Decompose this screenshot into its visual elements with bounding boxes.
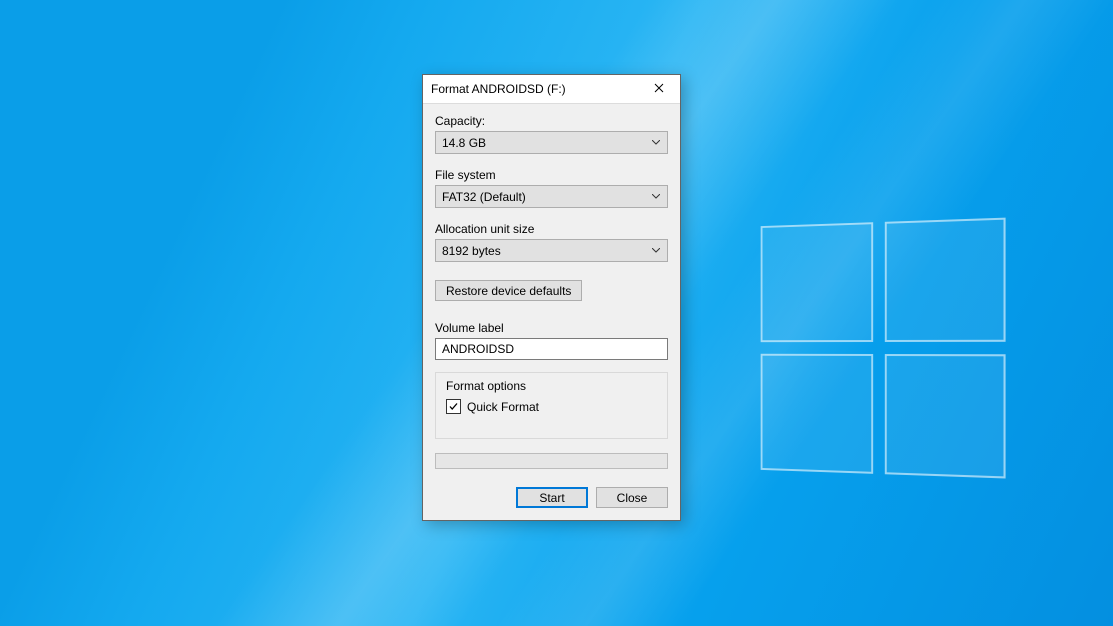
capacity-value: 14.8 GB [442, 136, 486, 150]
restore-defaults-button[interactable]: Restore device defaults [435, 280, 582, 301]
close-icon [654, 82, 664, 96]
windows-logo-pane [885, 218, 1006, 342]
filesystem-label: File system [435, 168, 668, 182]
chevron-down-icon [649, 244, 663, 258]
windows-logo-pane [761, 354, 873, 474]
chevron-down-icon [649, 136, 663, 150]
allocation-select[interactable]: 8192 bytes [435, 239, 668, 262]
dialog-footer: Start Close [435, 487, 668, 508]
allocation-value: 8192 bytes [442, 244, 501, 258]
dialog-title: Format ANDROIDSD (F:) [431, 82, 566, 96]
volume-label-label: Volume label [435, 321, 668, 335]
close-window-button[interactable] [638, 75, 680, 103]
allocation-label: Allocation unit size [435, 222, 668, 236]
capacity-select[interactable]: 14.8 GB [435, 131, 668, 154]
volume-label-input[interactable] [435, 338, 668, 360]
desktop-background: Format ANDROIDSD (F:) Capacity: 14.8 GB … [0, 0, 1113, 626]
chevron-down-icon [649, 190, 663, 204]
windows-logo [761, 218, 1004, 477]
format-options-group: Format options Quick Format [435, 372, 668, 439]
dialog-body: Capacity: 14.8 GB File system FAT32 (Def… [423, 104, 680, 520]
filesystem-select[interactable]: FAT32 (Default) [435, 185, 668, 208]
start-button[interactable]: Start [516, 487, 588, 508]
quick-format-label: Quick Format [467, 400, 539, 414]
checkbox-icon [446, 399, 461, 414]
titlebar[interactable]: Format ANDROIDSD (F:) [423, 75, 680, 104]
close-button[interactable]: Close [596, 487, 668, 508]
windows-logo-pane [761, 222, 873, 342]
quick-format-checkbox[interactable]: Quick Format [446, 399, 657, 414]
capacity-label: Capacity: [435, 114, 668, 128]
format-dialog: Format ANDROIDSD (F:) Capacity: 14.8 GB … [422, 74, 681, 521]
filesystem-value: FAT32 (Default) [442, 190, 526, 204]
windows-logo-pane [885, 354, 1006, 478]
format-options-legend: Format options [446, 379, 657, 393]
progress-bar [435, 453, 668, 469]
